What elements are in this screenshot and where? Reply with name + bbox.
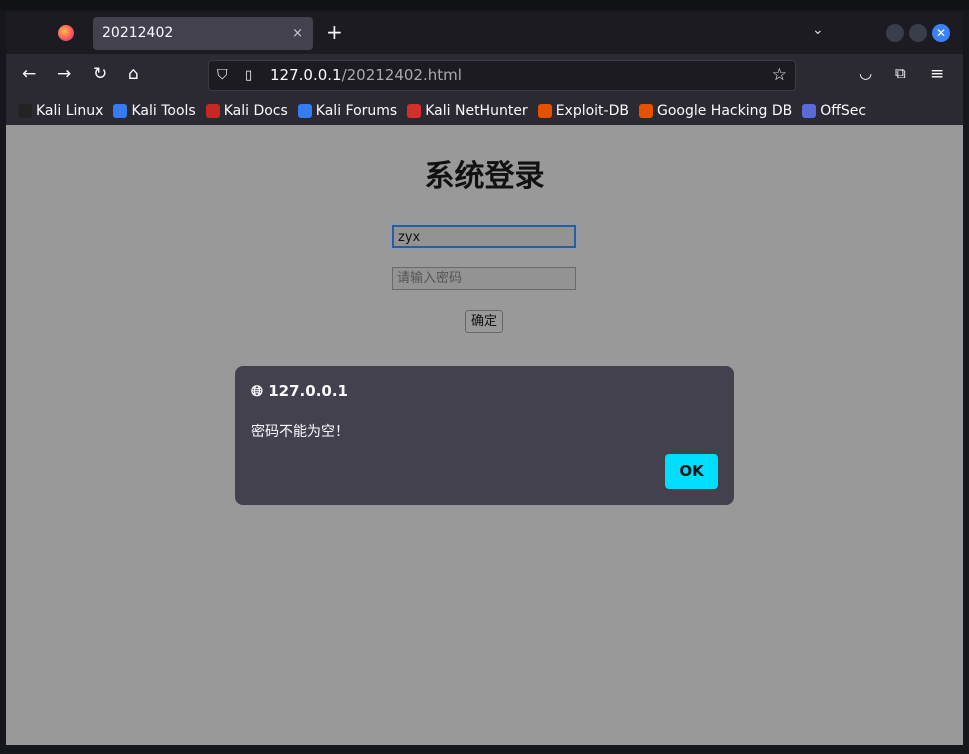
bookmark-label: Kali NetHunter [425, 102, 528, 119]
home-button[interactable]: ⌂ [128, 64, 139, 84]
tab-title: 20212402 [102, 25, 174, 41]
page-content: 系统登录 zyx 请输入密码 确定 🌐︎ 127.0.0.1 密码不能为空！ O… [6, 125, 963, 745]
bookmark-icon [297, 103, 312, 118]
extensions-icon[interactable]: ⧉ [895, 64, 906, 82]
list-tabs-chevron-icon[interactable]: ⌄ [812, 22, 824, 38]
bookmark-icon [18, 103, 32, 118]
bookmark-label: Exploit-DB [555, 102, 629, 119]
bookmark-label: Kali Forums [315, 102, 398, 119]
page-title: 系统登录 [424, 159, 545, 194]
reload-button[interactable]: ↻ [93, 64, 107, 84]
bookmark-item[interactable]: Kali Forums [297, 102, 398, 119]
bookmark-item[interactable]: Kali Docs [205, 102, 288, 119]
menu-button[interactable]: ≡ [930, 64, 944, 84]
minimize-button[interactable] [886, 24, 904, 42]
bookmark-label: OffSec [820, 102, 867, 119]
new-tab-button[interactable]: + [326, 20, 343, 44]
bookmark-item[interactable]: Kali Tools [113, 102, 196, 119]
bookmark-item[interactable]: Kali NetHunter [407, 102, 528, 119]
bookmark-icon [407, 103, 422, 118]
tab-active[interactable]: 20212402 × [93, 17, 313, 50]
bookmark-label: Kali Tools [131, 102, 196, 119]
desktop-panel [0, 0, 969, 10]
nav-bar: ← → ↻ ⌂ ⛉ ▯ 127.0.0.1/20212402.html ☆ ◡ … [6, 54, 963, 96]
bookmarks-bar: Kali Linux Kali Tools Kali Docs Kali Forums… [6, 96, 963, 125]
bookmark-icon [205, 103, 220, 118]
shield-icon[interactable]: ⛉ [217, 61, 228, 90]
password-input[interactable]: 请输入密码 [392, 267, 576, 290]
bookmark-icon [113, 103, 128, 118]
firefox-icon [58, 25, 74, 41]
close-tab-icon[interactable]: × [292, 17, 303, 50]
bookmark-item[interactable]: Google Hacking DB [638, 102, 793, 119]
maximize-button[interactable] [909, 24, 927, 42]
pocket-icon[interactable]: ◡ [859, 64, 872, 82]
bookmark-item[interactable]: OffSec [802, 103, 866, 119]
forward-button[interactable]: → [57, 64, 71, 84]
bookmark-icon [537, 103, 552, 118]
back-button[interactable]: ← [22, 64, 36, 84]
dialog-origin: 127.0.0.1 [268, 382, 348, 400]
bookmark-label: Kali Docs [223, 102, 288, 119]
dialog-message: 密码不能为空！ [251, 424, 349, 440]
browser-window: 20212402 × + ⌄ ✕ ← → ↻ ⌂ ⛉ ▯ 127.0.0.1/20… [6, 12, 963, 745]
bookmark-icon [802, 103, 817, 118]
close-window-button[interactable]: ✕ [932, 24, 950, 42]
submit-button[interactable]: 确定 [465, 310, 503, 333]
bookmark-item[interactable]: Kali Linux [18, 103, 103, 119]
url-bar[interactable]: ⛉ ▯ 127.0.0.1/20212402.html ☆ [208, 60, 796, 91]
url-host: 127.0.0.1 [270, 66, 342, 84]
ok-button[interactable]: OK [665, 454, 718, 489]
bookmark-label: Kali Linux [36, 102, 104, 119]
bookmark-label: Google Hacking DB [656, 102, 793, 119]
username-input[interactable]: zyx [392, 225, 576, 248]
tab-bar: 20212402 × + ⌄ ✕ [6, 12, 963, 54]
bookmark-item[interactable]: Exploit-DB [537, 102, 629, 119]
page-icon: ▯ [245, 68, 253, 83]
bookmark-icon [638, 103, 653, 118]
url-path: /20212402.html [341, 66, 462, 84]
alert-dialog: 🌐︎ 127.0.0.1 密码不能为空！ OK [235, 366, 734, 505]
bookmark-star-icon[interactable]: ☆ [772, 61, 787, 90]
globe-icon: 🌐︎ [251, 382, 264, 400]
